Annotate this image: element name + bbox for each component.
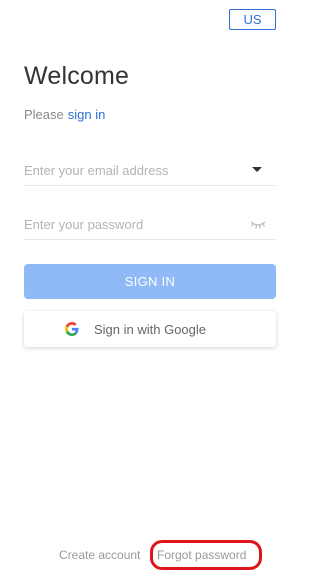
google-logo-icon bbox=[65, 322, 79, 336]
password-field bbox=[24, 210, 276, 240]
email-field bbox=[24, 156, 276, 186]
create-account-link[interactable]: Create account bbox=[59, 548, 140, 562]
footer-links: Create account Forgot password bbox=[0, 548, 300, 564]
prompt-text: Please bbox=[24, 107, 64, 122]
eye-closed-icon[interactable] bbox=[250, 218, 266, 230]
forgot-password-link[interactable]: Forgot password bbox=[157, 548, 246, 562]
email-input[interactable] bbox=[24, 156, 244, 185]
sign-in-button[interactable]: SIGN IN bbox=[24, 264, 276, 299]
sign-in-prompt: Please sign in bbox=[24, 107, 105, 122]
login-screen: US Welcome Please sign in SIGN IN Sign in… bbox=[0, 0, 300, 577]
region-selector-button[interactable]: US bbox=[229, 9, 276, 30]
sign-in-link[interactable]: sign in bbox=[68, 107, 106, 122]
password-input[interactable] bbox=[24, 210, 244, 239]
page-title: Welcome bbox=[24, 62, 130, 90]
chevron-down-icon[interactable] bbox=[252, 167, 262, 172]
google-sign-in-button[interactable]: Sign in with Google bbox=[24, 311, 276, 347]
google-sign-in-label: Sign in with Google bbox=[94, 322, 207, 337]
